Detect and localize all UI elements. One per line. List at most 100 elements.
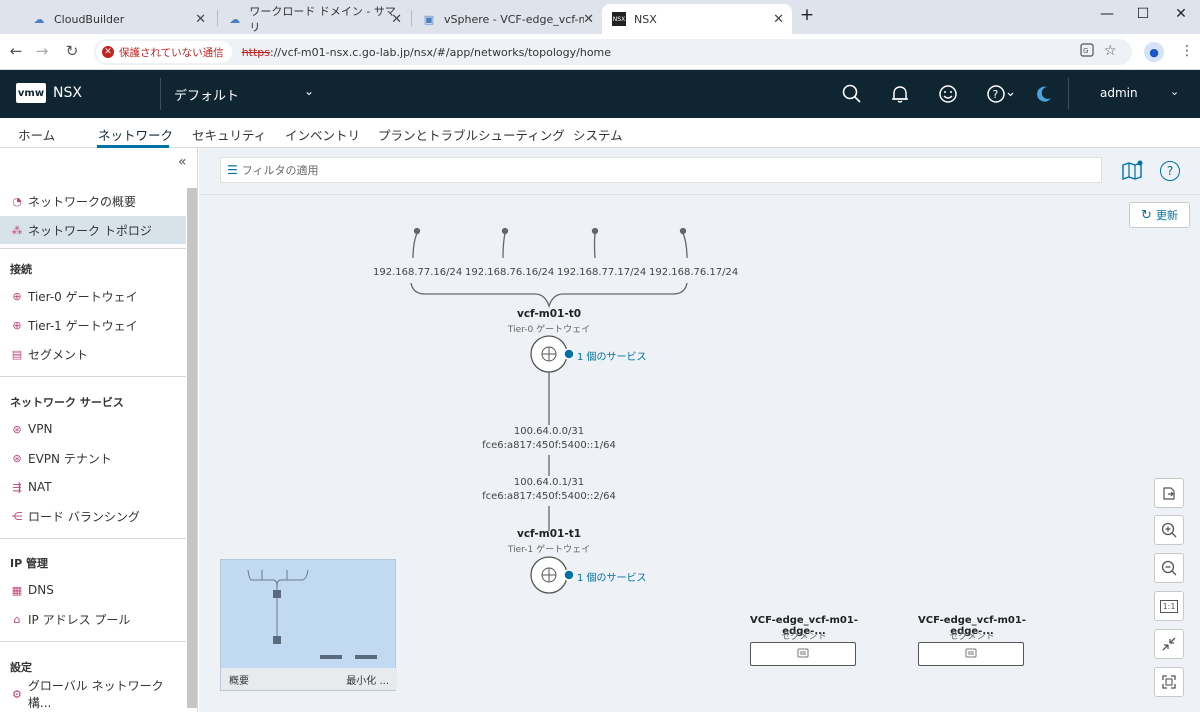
- sidebar-item-tier1[interactable]: ⊕ Tier-1 ゲートウェイ: [0, 311, 186, 339]
- t0-link-ipv6: fce6:a817:450f:5400::1/64: [482, 440, 616, 451]
- minimap-diagram: [247, 569, 377, 659]
- nat-icon: ⇶: [12, 480, 22, 494]
- tab-title: ワークロード ドメイン - サマリ: [249, 5, 396, 34]
- tier1-services-link[interactable]: 1 個のサービス: [577, 569, 647, 584]
- tab-inventory[interactable]: インベントリ: [285, 125, 360, 144]
- tab-plan-troubleshoot[interactable]: プランとトラブルシューティング: [378, 125, 565, 144]
- tab-system[interactable]: システム: [573, 125, 623, 144]
- close-icon[interactable]: ✕: [195, 12, 206, 27]
- translate-icon[interactable]: G: [1080, 43, 1094, 61]
- gateway-icon: ⊕: [12, 289, 22, 303]
- collapse-view-icon[interactable]: [1154, 629, 1184, 659]
- segment-type: セグメント: [781, 632, 827, 642]
- sidebar-group-network-services: ネットワーク サービス: [10, 396, 124, 409]
- context-selector[interactable]: デフォルト: [174, 85, 239, 104]
- search-icon[interactable]: [840, 82, 864, 106]
- zoom-in-icon[interactable]: [1154, 515, 1184, 545]
- segment-node[interactable]: [918, 642, 1024, 666]
- gateway-icon: ⊕: [12, 318, 22, 332]
- sidebar-item-ip-pools[interactable]: ⌂ IP アドレス プール: [0, 605, 186, 633]
- uplink-label: 192.168.76.16/24: [465, 267, 555, 278]
- uplink-label: 192.168.76.17/24: [649, 267, 739, 278]
- close-icon[interactable]: ✕: [773, 12, 784, 27]
- tab-title: vSphere - VCF-edge_vcf-m01-e: [444, 12, 584, 26]
- bookmark-star-icon[interactable]: ☆: [1104, 43, 1117, 59]
- browser-tabbar: ☁ CloudBuilder ✕ ☁ ワークロード ドメイン - サマリ ✕ ▣…: [0, 0, 1200, 34]
- help-menu-icon[interactable]: ?: [986, 82, 1016, 106]
- ip-pool-icon: ⌂: [13, 612, 21, 626]
- overview-minimap[interactable]: 概要 最小化 ...: [220, 559, 397, 691]
- sidebar-group-settings: 設定: [10, 661, 32, 674]
- sidebar-item-network-topology[interactable]: ⁂ ネットワーク トポロジ: [0, 216, 186, 244]
- cloud-icon: ☁: [229, 12, 241, 26]
- sidebar-item-load-balancing[interactable]: ⋲ ロード バランシング: [0, 502, 186, 530]
- tier0-services-link[interactable]: 1 個のサービス: [577, 348, 647, 363]
- sidebar-group-ip-management: IP 管理: [10, 557, 48, 570]
- tab-home[interactable]: ホーム: [18, 125, 55, 144]
- fit-to-screen-icon[interactable]: [1154, 667, 1184, 697]
- segment-node[interactable]: [750, 642, 856, 666]
- close-icon[interactable]: ✕: [391, 12, 402, 27]
- cloud-icon: ☁: [33, 12, 45, 26]
- browser-tab-workload[interactable]: ☁ ワークロード ドメイン - サマリ ✕: [218, 4, 410, 34]
- segment-type: セグメント: [949, 632, 995, 642]
- back-icon[interactable]: ←: [6, 42, 26, 60]
- t1-link-ipv6: fce6:a817:450f:5400::2/64: [482, 491, 616, 502]
- tier0-name[interactable]: vcf-m01-t0: [499, 308, 599, 320]
- url-omnibox[interactable]: ✕ 保護されていない通信 https ://vcf-m01-nsx.c.go-l…: [94, 39, 1132, 65]
- security-warning-chip[interactable]: ✕ 保護されていない通信: [96, 41, 232, 63]
- bell-icon[interactable]: [888, 82, 912, 106]
- top-navigation: ホーム ネットワーク セキュリティ インベントリ プランとトラブルシューティング…: [0, 118, 1200, 148]
- vpn-icon: ⊛: [12, 422, 22, 436]
- t1-link-ipv4: 100.64.0.1/31: [513, 477, 585, 488]
- svg-text:G: G: [1083, 47, 1088, 55]
- maximize-window-button[interactable]: ☐: [1128, 6, 1158, 22]
- nsx-header: vmw NSX デフォルト ⌄ ? admin ⌄: [0, 70, 1200, 118]
- chevron-down-icon[interactable]: ⌄: [304, 84, 314, 98]
- t0-link-ipv4: 100.64.0.0/31: [513, 426, 585, 437]
- settings-icon: ⚙: [12, 687, 22, 701]
- service-indicator-icon: [563, 348, 575, 360]
- tier1-name[interactable]: vcf-m01-t1: [499, 528, 599, 540]
- browser-tab-nsx[interactable]: NSX NSX ✕: [602, 4, 792, 34]
- browser-menu-icon[interactable]: ⋮: [1180, 43, 1194, 59]
- close-icon[interactable]: ✕: [583, 12, 594, 27]
- user-menu[interactable]: admin: [1100, 86, 1138, 100]
- tab-networking[interactable]: ネットワーク: [98, 125, 173, 144]
- minimize-window-button[interactable]: —: [1092, 6, 1122, 22]
- uplink-endpoint: [591, 227, 599, 235]
- new-tab-button[interactable]: +: [792, 5, 822, 25]
- chevron-down-icon[interactable]: ⌄: [1170, 85, 1179, 98]
- url-scheme: https: [241, 45, 270, 59]
- dark-mode-moon-icon[interactable]: [1032, 82, 1056, 106]
- sidebar-item-global-network-config[interactable]: ⚙ グローバル ネットワーク構...: [0, 679, 186, 710]
- sidebar-item-tier0[interactable]: ⊕ Tier-0 ゲートウェイ: [0, 282, 186, 310]
- export-icon[interactable]: [1154, 478, 1184, 508]
- tab-security[interactable]: セキュリティ: [192, 125, 266, 144]
- zoom-reset-button[interactable]: 1:1: [1154, 591, 1184, 621]
- segment-icon: [797, 647, 809, 661]
- minimize-overview-button[interactable]: 最小化 ...: [346, 672, 389, 687]
- vmware-logo: vmw: [16, 83, 46, 103]
- topology-canvas: ☰ フィルタの適用 ? ↻ 更新 192.168.77.16/24 192.16…: [199, 148, 1200, 712]
- uplink-endpoint: [679, 227, 687, 235]
- profile-avatar-icon[interactable]: ●: [1144, 42, 1164, 62]
- sidebar-item-network-overview[interactable]: ◔ ネットワークの概要: [0, 187, 186, 215]
- forward-icon[interactable]: →: [32, 42, 52, 60]
- browser-tab-cloudbuilder[interactable]: ☁ CloudBuilder ✕: [22, 4, 214, 34]
- close-window-button[interactable]: ✕: [1166, 6, 1196, 22]
- overview-label: 概要: [229, 675, 249, 687]
- smiley-feedback-icon[interactable]: [936, 82, 960, 106]
- collapse-sidebar-icon[interactable]: «: [178, 154, 187, 170]
- sidebar-item-vpn[interactable]: ⊛ VPN: [0, 415, 186, 443]
- load-balancer-icon: ⋲: [11, 509, 23, 523]
- sidebar-item-nat[interactable]: ⇶ NAT: [0, 473, 186, 501]
- sidebar-scrollbar[interactable]: [187, 188, 197, 708]
- sidebar-item-segments[interactable]: ▤ セグメント: [0, 340, 186, 368]
- zoom-out-icon[interactable]: [1154, 553, 1184, 583]
- sidebar-item-evpn[interactable]: ⊛ EVPN テナント: [0, 444, 186, 472]
- segment-icon: ▤: [11, 347, 23, 361]
- sidebar-item-dns[interactable]: ▦ DNS: [0, 576, 186, 604]
- reload-icon[interactable]: ↻: [62, 42, 82, 60]
- browser-tab-vsphere[interactable]: ▣ vSphere - VCF-edge_vcf-m01-e ✕: [412, 4, 602, 34]
